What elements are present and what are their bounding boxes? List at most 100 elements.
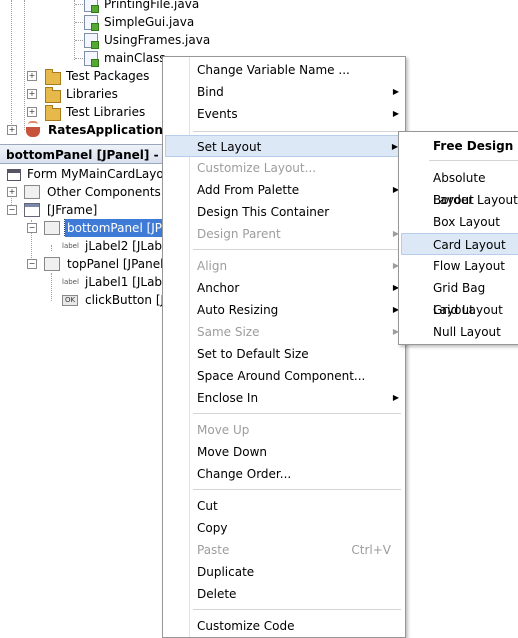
menu-item-align[interactable]: Align ▶	[165, 255, 403, 277]
tree-item-test-libraries[interactable]: + Test Libraries	[0, 103, 165, 121]
tree-item-label: PrintingFile.java	[104, 0, 200, 11]
navigator-item-click-button[interactable]: OK clickButton [JButton]	[0, 291, 165, 309]
expand-toggle-icon[interactable]: +	[7, 187, 17, 197]
shortcut-label: Ctrl+V	[351, 543, 391, 557]
navigator-item-label: clickButton [JButton]	[85, 293, 165, 307]
java-file-icon	[84, 51, 99, 67]
navigator-item-jlabel1[interactable]: label jLabel1 [JLabel]	[0, 273, 165, 291]
navigator-item-label: Other Components	[47, 185, 161, 199]
java-project-icon	[26, 121, 40, 137]
java-file-icon	[84, 15, 99, 31]
menu-item-copy[interactable]: Copy	[165, 517, 403, 539]
menu-item-grid-bag-layout[interactable]: Grid Bag Layout	[401, 277, 518, 317]
navigator-item-label: Form MyMainCardLayoutFrame	[27, 167, 165, 181]
menu-item-change-order[interactable]: Change Order...	[165, 463, 403, 485]
navigator-item-label: jLabel1 [JLabel]	[85, 275, 165, 289]
navigator-item-label: topPanel [JPanel]	[67, 257, 169, 271]
menu-item-duplicate[interactable]: Duplicate	[165, 561, 403, 583]
submenu-arrow-icon: ▶	[392, 109, 399, 118]
menu-item-design-this-container[interactable]: Design This Container	[165, 201, 403, 223]
expand-toggle-icon[interactable]: +	[27, 107, 37, 117]
menu-item-anchor[interactable]: Anchor ▶	[165, 277, 403, 299]
jbutton-icon: OK	[62, 295, 78, 306]
navigator-item-label: jLabel2 [JLabel]	[85, 239, 165, 253]
context-menu[interactable]: Change Variable Name ... Bind ▶ Events ▶…	[162, 56, 406, 638]
menu-item-delete[interactable]: Delete	[165, 583, 403, 605]
tree-item-label: RatesApplication	[48, 123, 163, 137]
tree-item-label: Libraries	[66, 87, 118, 101]
java-file-icon	[84, 0, 99, 13]
menu-separator	[193, 131, 401, 132]
menu-separator	[193, 249, 401, 250]
tree-item-label: SimpleGui.java	[104, 15, 195, 29]
jlabel-icon: label	[62, 242, 79, 250]
menu-separator	[193, 609, 401, 610]
folder-icon	[45, 87, 61, 103]
navigator-item-bottom-panel[interactable]: − bottomPanel [JPanel]	[0, 219, 165, 237]
menu-item-move-down[interactable]: Move Down	[165, 441, 403, 463]
menu-item-auto-resizing[interactable]: Auto Resizing ▶	[165, 299, 403, 321]
menu-item-space-around-component[interactable]: Space Around Component...	[165, 365, 403, 387]
menu-item-grid-layout[interactable]: Grid Layout	[401, 299, 518, 321]
menu-item-customize-code[interactable]: Customize Code	[165, 615, 403, 637]
tree-item-label: Test Libraries	[66, 105, 146, 119]
tree-item-file[interactable]: SimpleGui.java	[0, 13, 200, 31]
collapse-toggle-icon[interactable]: −	[27, 259, 37, 269]
expand-toggle-icon[interactable]: +	[27, 89, 37, 99]
menu-item-free-design[interactable]: Free Design	[401, 135, 518, 157]
navigator-item-form[interactable]: Form MyMainCardLayoutFrame	[0, 165, 165, 183]
jpanel-icon	[44, 257, 60, 271]
set-layout-submenu[interactable]: Free Design Absolute Layout Border Layou…	[398, 131, 518, 345]
menu-item-box-layout[interactable]: Box Layout	[401, 211, 518, 233]
menu-separator	[193, 489, 401, 490]
navigator-item-other-components[interactable]: + Other Components	[0, 183, 165, 201]
menu-item-flow-layout[interactable]: Flow Layout	[401, 255, 518, 277]
menu-item-null-layout[interactable]: Null Layout	[401, 321, 518, 343]
menu-item-bind[interactable]: Bind ▶	[165, 81, 403, 103]
menu-item-cut[interactable]: Cut	[165, 495, 403, 517]
tree-item-file[interactable]: PrintingFile.java	[0, 0, 200, 13]
navigator-item-label-selected: bottomPanel [JPanel]	[64, 219, 165, 237]
menu-item-add-from-palette[interactable]: Add From Palette ▶	[165, 179, 403, 201]
expand-toggle-icon[interactable]: +	[27, 71, 37, 81]
navigator-item-label: [JFrame]	[47, 203, 98, 217]
tree-item-project[interactable]: + RatesApplication	[0, 121, 165, 139]
jpanel-icon	[44, 221, 60, 235]
tree-item-label: UsingFrames.java	[104, 33, 211, 47]
menu-item-card-layout[interactable]: Card Layout	[401, 233, 518, 255]
menu-item-change-variable-name[interactable]: Change Variable Name ...	[165, 59, 403, 81]
tree-item-file[interactable]: mainClass.java	[0, 49, 165, 67]
collapse-toggle-icon[interactable]: −	[27, 223, 37, 233]
navigator-item-top-panel[interactable]: − topPanel [JPanel]	[0, 255, 169, 273]
tree-item-test-packages[interactable]: + Test Packages	[0, 67, 165, 85]
tree-item-label: Test Packages	[66, 69, 150, 83]
expand-toggle-icon[interactable]: +	[7, 125, 17, 135]
menu-item-same-size[interactable]: Same Size ▶	[165, 321, 403, 343]
tree-item-label: mainClass.java	[104, 51, 165, 65]
components-icon	[24, 185, 40, 199]
menu-item-events[interactable]: Events ▶	[165, 103, 403, 125]
menu-item-set-default-size[interactable]: Set to Default Size	[165, 343, 403, 365]
submenu-arrow-icon: ▶	[392, 87, 399, 96]
menu-item-customize-layout[interactable]: Customize Layout...	[165, 157, 403, 179]
folder-icon	[45, 105, 61, 121]
menu-item-move-up[interactable]: Move Up	[165, 419, 403, 441]
folder-icon	[45, 69, 61, 85]
form-icon	[7, 169, 21, 181]
collapse-toggle-icon[interactable]: −	[7, 205, 17, 215]
menu-item-paste[interactable]: Paste Ctrl+V	[165, 539, 403, 561]
menu-item-absolute-layout[interactable]: Absolute Layout	[401, 167, 518, 207]
menu-item-set-layout[interactable]: Set Layout ▶	[165, 135, 403, 157]
menu-item-design-parent[interactable]: Design Parent ▶	[165, 223, 403, 245]
tree-item-libraries[interactable]: + Libraries	[0, 85, 165, 103]
menu-item-enclose-in[interactable]: Enclose In ▶	[165, 387, 403, 409]
java-file-icon	[84, 33, 99, 49]
menu-separator	[193, 413, 401, 414]
navigator-item-jlabel2[interactable]: label jLabel2 [JLabel]	[0, 237, 165, 255]
submenu-arrow-icon: ▶	[392, 393, 399, 402]
jlabel-icon: label	[62, 278, 79, 286]
tree-item-file[interactable]: UsingFrames.java	[0, 31, 210, 49]
navigator-item-jframe[interactable]: − [JFrame]	[0, 201, 165, 219]
menu-item-border-layout[interactable]: Border Layout	[401, 189, 518, 211]
jframe-icon	[24, 203, 40, 217]
